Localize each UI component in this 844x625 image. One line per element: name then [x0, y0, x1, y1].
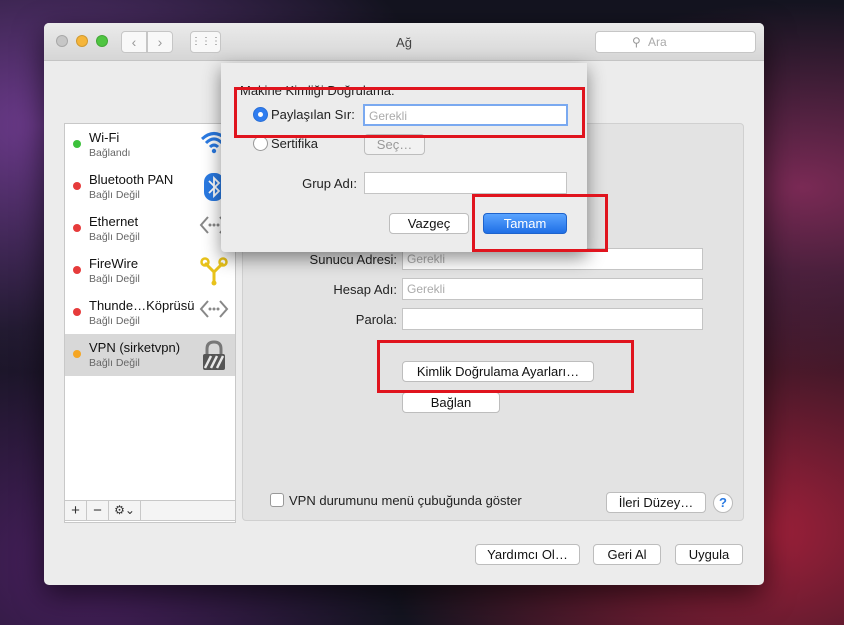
- search-field[interactable]: ⚲ Ara: [595, 31, 756, 53]
- vpn-lock-icon: [199, 340, 229, 370]
- sidebar-item-thunderbolt-bridge[interactable]: Thunde…Köprüsü Bağlı Değil: [65, 292, 235, 334]
- sidebar-item-firewire[interactable]: FireWire Bağlı Değil: [65, 250, 235, 292]
- service-name: Bluetooth PAN: [89, 172, 174, 187]
- title-bar: ‹ › ⋮⋮⋮ Ağ ⚲ Ara: [44, 23, 764, 61]
- show-vpn-status-checkbox[interactable]: [270, 493, 284, 507]
- sidebar-item-bluetooth-pan[interactable]: Bluetooth PAN Bağlı Değil: [65, 166, 235, 208]
- thunderbolt-bridge-icon: [199, 298, 229, 328]
- status-dot: [73, 224, 81, 232]
- password-field[interactable]: [402, 308, 703, 330]
- advanced-button[interactable]: İleri Düzey…: [606, 492, 706, 513]
- status-dot: [73, 140, 81, 148]
- service-name: Wi-Fi: [89, 130, 120, 145]
- search-placeholder: Ara: [648, 35, 667, 49]
- sidebar-item-wifi[interactable]: Wi-Fi Bağlandı: [65, 124, 235, 166]
- account-name-label: Hesap Adı:: [333, 282, 397, 297]
- server-address-label: Sunucu Adresi:: [309, 252, 397, 267]
- group-name-field[interactable]: [364, 172, 567, 194]
- status-dot: [73, 308, 81, 316]
- assist-me-button[interactable]: Yardımcı Ol…: [475, 544, 580, 565]
- show-vpn-status-label: VPN durumunu menü çubuğunda göster: [289, 493, 522, 508]
- search-icon: ⚲: [632, 35, 641, 49]
- service-name: Thunde…Köprüsü: [89, 298, 195, 313]
- sidebar-item-vpn[interactable]: VPN (sirketvpn) Bağlı Değil: [65, 334, 235, 376]
- status-dot: [73, 182, 81, 190]
- network-service-list: Wi-Fi Bağlandı Bluetooth PAN Bağlı Değil: [64, 123, 236, 523]
- add-service-button[interactable]: +: [65, 501, 87, 520]
- firewire-icon: [199, 256, 229, 286]
- certificate-label: Sertifika: [271, 136, 318, 151]
- remove-service-button[interactable]: −: [87, 501, 109, 520]
- action-menu-button[interactable]: ⚙⌄: [109, 501, 141, 520]
- help-button[interactable]: ?: [713, 493, 733, 513]
- account-name-field[interactable]: Gerekli: [402, 278, 703, 300]
- certificate-radio[interactable]: [253, 136, 268, 151]
- service-status: Bağlandı: [89, 147, 131, 159]
- highlight-shared-secret: [234, 87, 585, 138]
- password-label: Parola:: [355, 312, 397, 327]
- group-name-label: Grup Adı:: [302, 176, 357, 191]
- revert-button[interactable]: Geri Al: [593, 544, 661, 565]
- connect-button[interactable]: Bağlan: [402, 392, 500, 413]
- highlight-ok-button: [472, 194, 608, 252]
- service-name: VPN (sirketvpn): [89, 340, 181, 355]
- cancel-button[interactable]: Vazgeç: [389, 213, 469, 234]
- sidebar-item-ethernet[interactable]: Ethernet Bağlı Değil: [65, 208, 235, 250]
- service-status: Bağlı Değil: [89, 273, 140, 285]
- service-name: Ethernet: [89, 214, 139, 229]
- highlight-auth-settings: [377, 340, 634, 393]
- apply-button[interactable]: Uygula: [675, 544, 743, 565]
- sidebar-toolbar: + − ⚙⌄: [64, 500, 236, 521]
- service-status: Bağlı Değil: [89, 189, 140, 201]
- service-status: Bağlı Değil: [89, 315, 140, 327]
- service-status: Bağlı Değil: [89, 357, 140, 369]
- service-status: Bağlı Değil: [89, 231, 140, 243]
- status-dot: [73, 350, 81, 358]
- service-name: FireWire: [89, 256, 139, 271]
- status-dot: [73, 266, 81, 274]
